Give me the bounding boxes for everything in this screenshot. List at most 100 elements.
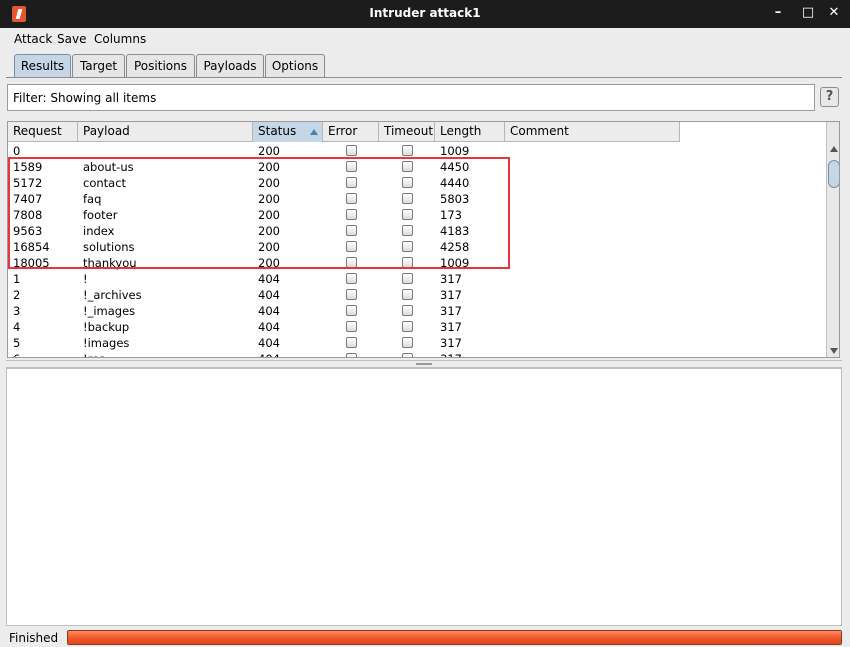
table-row[interactable]: 1! 404 317 — [8, 271, 680, 287]
cell-payload: faq — [83, 192, 102, 206]
error-checkbox — [346, 353, 357, 357]
table-row[interactable]: 7808 footer 200 173 — [8, 207, 680, 223]
timeout-checkbox — [402, 209, 413, 220]
table-row[interactable]: 7407 faq 200 5803 — [8, 191, 680, 207]
maximize-icon[interactable]: □ — [800, 5, 816, 21]
cell-payload: about-us — [83, 160, 134, 174]
error-checkbox — [346, 257, 357, 268]
cell-request: 3 — [13, 304, 21, 318]
cell-request: 5 — [13, 336, 21, 350]
cell-length: 1009 — [440, 256, 470, 270]
cell-length: 317 — [440, 336, 462, 350]
tab-positions[interactable]: Positions — [126, 54, 195, 78]
cell-payload: !images — [83, 336, 130, 350]
cell-status: 200 — [258, 192, 280, 206]
cell-length: 1009 — [440, 144, 470, 158]
table-row[interactable]: 4 !backup 404 317 — [8, 319, 680, 335]
minimize-icon[interactable]: – — [770, 5, 786, 21]
cell-status: 404 — [258, 352, 280, 357]
tab-payloads[interactable]: Payloads — [196, 54, 264, 78]
cell-payload: !_images — [83, 304, 136, 318]
cell-status: 200 — [258, 144, 280, 158]
cell-length: 317 — [440, 272, 462, 286]
table-header: Request Payload Status Error Timeout Len… — [8, 122, 680, 142]
table-row[interactable]: 9563 index 200 4183 — [8, 223, 680, 239]
cell-request: 6 — [13, 352, 20, 357]
timeout-checkbox — [402, 161, 413, 172]
cell-payload: solutions — [83, 240, 135, 254]
column-header-status[interactable]: Status — [253, 122, 323, 142]
table-row[interactable]: 3 !_images 404 317 — [8, 303, 680, 319]
cell-status: 404 — [258, 288, 280, 302]
error-checkbox — [346, 321, 357, 332]
table-row[interactable]: 5172 contact 200 4440 — [8, 175, 680, 191]
table-row[interactable]: 16854 solutions 200 4258 — [8, 239, 680, 255]
vertical-scrollbar[interactable] — [826, 122, 839, 357]
cell-status: 200 — [258, 256, 280, 270]
menu-save[interactable]: Save — [57, 32, 86, 46]
column-header-payload[interactable]: Payload — [78, 122, 253, 142]
error-checkbox — [346, 145, 357, 156]
cell-length: 4258 — [440, 240, 470, 254]
scrollbar-thumb[interactable] — [828, 160, 839, 188]
column-header-request[interactable]: Request — [8, 122, 78, 142]
cell-request: 18005 — [13, 256, 50, 270]
cell-payload: index — [83, 224, 115, 238]
tab-target[interactable]: Target — [72, 54, 125, 78]
column-header-error[interactable]: Error — [323, 122, 379, 142]
cell-length: 317 — [440, 288, 462, 302]
menu-attack[interactable]: Attack — [14, 32, 52, 46]
cell-payload: ! — [83, 272, 88, 286]
timeout-checkbox — [402, 177, 413, 188]
cell-status: 200 — [258, 176, 280, 190]
pane-divider[interactable] — [6, 360, 842, 368]
help-button[interactable]: ? — [820, 87, 839, 107]
cell-payload: !res — [83, 352, 105, 357]
table-row[interactable]: 2 !_archives 404 317 — [8, 287, 680, 303]
column-header-length[interactable]: Length — [435, 122, 505, 142]
table-row[interactable]: 18005 thankyou 200 1009 — [8, 255, 680, 271]
cell-length: 317 — [440, 304, 462, 318]
close-icon[interactable]: ✕ — [826, 5, 842, 21]
timeout-checkbox — [402, 257, 413, 268]
cell-status: 404 — [258, 336, 280, 350]
table-row[interactable]: 6 !res 404 317 — [8, 351, 680, 357]
cell-length: 173 — [440, 208, 462, 222]
timeout-checkbox — [402, 353, 413, 357]
filter-bar[interactable]: Filter: Showing all items — [7, 84, 815, 111]
table-row[interactable]: 5 !images 404 317 — [8, 335, 680, 351]
cell-status: 200 — [258, 224, 280, 238]
error-checkbox — [346, 209, 357, 220]
cell-request: 5172 — [13, 176, 43, 190]
timeout-checkbox — [402, 321, 413, 332]
header-empty-area — [680, 122, 826, 142]
status-text: Finished — [9, 631, 59, 645]
menu-columns[interactable]: Columns — [94, 32, 146, 46]
menu-bar: Attack Save Columns — [0, 28, 850, 50]
column-header-timeout[interactable]: Timeout — [379, 122, 435, 142]
tab-results[interactable]: Results — [14, 54, 71, 78]
table-row[interactable]: 1589 about-us 200 4450 — [8, 159, 680, 175]
cell-length: 317 — [440, 320, 462, 334]
divider-grip-icon[interactable] — [416, 363, 432, 365]
progress-fill — [68, 631, 841, 644]
filter-text: Filter: Showing all items — [13, 91, 157, 105]
tab-options[interactable]: Options — [265, 54, 325, 78]
column-header-comment[interactable]: Comment — [505, 122, 680, 142]
column-header-status-label: Status — [258, 124, 297, 138]
scroll-up-icon[interactable] — [830, 146, 838, 152]
cell-request: 7407 — [13, 192, 43, 206]
cell-request: 1589 — [13, 160, 43, 174]
error-checkbox — [346, 337, 357, 348]
error-checkbox — [346, 193, 357, 204]
scroll-down-icon[interactable] — [830, 348, 838, 354]
cell-status: 200 — [258, 160, 280, 174]
cell-payload: footer — [83, 208, 118, 222]
timeout-checkbox — [402, 305, 413, 316]
error-checkbox — [346, 177, 357, 188]
cell-payload: !_archives — [83, 288, 142, 302]
error-checkbox — [346, 289, 357, 300]
cell-request: 2 — [13, 288, 21, 302]
table-row[interactable]: 0 200 1009 — [8, 143, 680, 159]
cell-status: 200 — [258, 208, 280, 222]
